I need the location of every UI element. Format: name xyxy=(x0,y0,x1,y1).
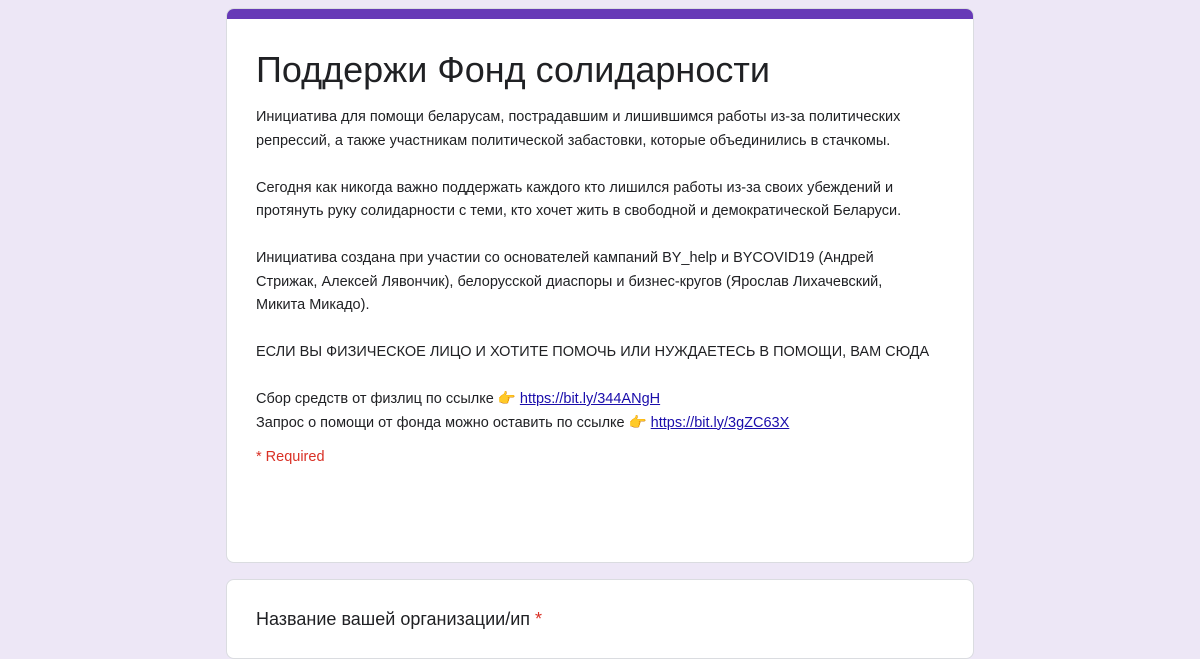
link2-label: Запрос о помощи от фонда можно оставить … xyxy=(256,414,625,431)
link1-label: Сбор средств от физлиц по ссылке xyxy=(256,391,494,407)
description-paragraph: Сегодня как никогда важно поддержать каж… xyxy=(256,179,902,220)
form-description: Инициатива для помощи беларусам, пострад… xyxy=(256,106,933,435)
description-paragraph: Инициатива для помощи беларусам, пострад… xyxy=(256,109,901,149)
required-asterisk: * xyxy=(535,609,543,629)
question-card: Название вашей организации/ип * xyxy=(226,579,974,659)
help-request-link[interactable]: https://bit.ly/3gZC63X xyxy=(651,415,790,431)
pointing-hand-icon: 👉 xyxy=(628,414,647,431)
form-header-card: Поддержи Фонд солидарности Инициатива дл… xyxy=(226,8,974,563)
required-note: * Required xyxy=(256,449,325,465)
description-paragraph: ЕСЛИ ВЫ ФИЗИЧЕСКОЕ ЛИЦО И ХОТИТЕ ПОМОЧЬ … xyxy=(256,344,930,360)
fundraising-link[interactable]: https://bit.ly/344ANgH xyxy=(520,391,660,407)
question-title: Название вашей организации/ип * xyxy=(256,609,973,630)
pointing-hand-icon: 👉 xyxy=(497,391,516,407)
accent-bar xyxy=(227,9,973,19)
form-title: Поддержи Фонд солидарности xyxy=(256,49,770,90)
description-paragraph: Инициатива создана при участии со основа… xyxy=(256,250,883,313)
question-label: Название вашей организации/ип xyxy=(256,609,530,629)
links-paragraph: Сбор средств от физлиц по ссылке 👉 https… xyxy=(256,388,933,435)
